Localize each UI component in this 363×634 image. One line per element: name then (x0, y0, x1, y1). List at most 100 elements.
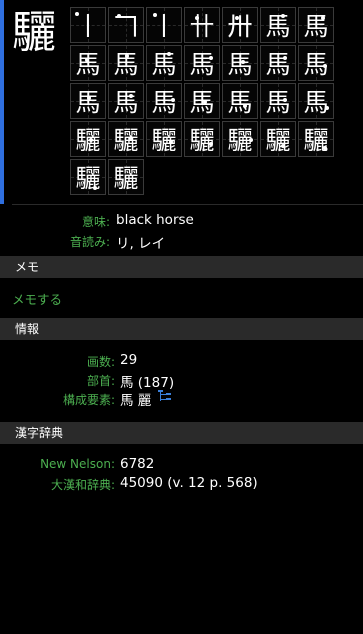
stroke-order-cell: 驪 (108, 159, 144, 195)
stroke-order-cell: 馬 (184, 45, 220, 81)
daikanwa-label: 大漢和辞典: (50, 478, 115, 492)
stroke-start-dot (235, 16, 239, 20)
stroke-start-dot (75, 12, 79, 16)
stroke-order-cell: 馬 (70, 83, 106, 119)
components-label: 構成要素: (62, 393, 115, 407)
radical-label: 部首: (86, 374, 115, 388)
stroke-order-glyph: 馬 (265, 88, 291, 117)
stroke-order-cell: 馬 (184, 83, 220, 119)
divider (12, 204, 363, 205)
stroke-start-dot (203, 100, 207, 104)
stroke-order-glyph: 馬 (303, 88, 329, 117)
stroke-order-cell: 馬 (260, 83, 296, 119)
stroke-start-dot (129, 94, 133, 98)
stroke-order-glyph: 驪 (265, 126, 291, 155)
stroke-order-glyph: 馬 (75, 50, 101, 79)
stroke-order-cell: 馬 (108, 83, 144, 119)
stroke-order-cell: 馬 (298, 7, 334, 43)
stroke-order-glyph: 馬 (265, 50, 291, 79)
stroke-order-cell: 驪 (260, 121, 296, 157)
stroke-start-dot (209, 56, 213, 60)
stroke-order-cell: 驪 (298, 121, 334, 157)
stroke-start-dot (243, 104, 247, 108)
stroke-order-glyph: 馬 (189, 50, 215, 79)
stroke-start-dot (153, 13, 157, 17)
stroke-start-dot (169, 140, 173, 144)
stroke-order-glyph: 驪 (75, 126, 101, 155)
component-tree-icon[interactable] (157, 389, 172, 408)
strokes-label: 画数: (86, 355, 115, 369)
meaning-label: 意味: (81, 215, 110, 229)
stroke-order-glyph: 馬 (303, 12, 329, 41)
stroke-order-glyph: 馬 (189, 88, 215, 117)
stroke-order-glyph: 卅 (227, 12, 253, 41)
daikanwa-value: 45090 (v. 12 p. 568) (120, 475, 258, 491)
stroke-start-dot (89, 138, 93, 142)
stroke-start-dot (93, 186, 97, 190)
stroke-order-glyph: 驪 (303, 126, 329, 155)
stroke-order-glyph: 驪 (75, 164, 101, 193)
stroke-order-cell: 馬 (146, 83, 182, 119)
stroke-order-cell: 馬 (298, 45, 334, 81)
stroke-order-glyph: 馬 (227, 50, 253, 79)
dictionary-section-header: 漢字辞典 (0, 422, 363, 444)
stroke-order-cell: 丨 (146, 7, 182, 43)
stroke-order-cell: 丨 (70, 7, 106, 43)
stroke-order-glyph: 驪 (113, 126, 139, 155)
stroke-start-dot (283, 56, 287, 60)
stroke-start-dot (167, 52, 171, 56)
stroke-order-cell: 驪 (70, 159, 106, 195)
stroke-order-glyph: 丨 (151, 12, 177, 41)
stroke-order-cell: 馬 (108, 45, 144, 81)
info-section-header: 情報 (0, 318, 363, 340)
nelson-label: New Nelson: (40, 457, 115, 471)
stroke-start-dot (171, 98, 175, 102)
stroke-order-glyph: 馬 (151, 50, 177, 79)
stroke-start-dot (249, 138, 253, 142)
stroke-order-cell: 驪 (222, 121, 258, 157)
stroke-order-glyph: 驪 (151, 126, 177, 155)
stroke-start-dot (117, 14, 121, 18)
stroke-start-dot (325, 106, 329, 110)
accent-bar (0, 0, 4, 204)
stroke-order-cell: 馬 (260, 45, 296, 81)
stroke-order-glyph: 卄 (189, 12, 215, 41)
stroke-order-cell: 馬 (70, 45, 106, 81)
stroke-order-glyph: 𠃍 (113, 12, 139, 41)
stroke-order-cell: 驪 (146, 121, 182, 157)
stroke-order-glyph: 馬 (151, 88, 177, 117)
stroke-order-cell: 馬 (222, 45, 258, 81)
stroke-start-dot (281, 144, 285, 148)
stroke-order-cell: 馬 (146, 45, 182, 81)
on-reading-label: 音読み: (69, 235, 110, 249)
stroke-start-dot (209, 142, 213, 146)
strokes-value: 29 (120, 352, 138, 368)
stroke-order-cell: 𠃍 (108, 7, 144, 43)
stroke-order-cell: 馬 (298, 83, 334, 119)
add-memo-link[interactable]: メモする (12, 289, 62, 308)
stroke-order-cell: 卅 (222, 7, 258, 43)
nelson-value: 6782 (120, 456, 155, 472)
stroke-start-dot (321, 16, 325, 20)
memo-section-header: メモ (0, 256, 363, 278)
stroke-order-cell: 卄 (184, 7, 220, 43)
stroke-start-dot (129, 136, 133, 140)
stroke-order-glyph: 馬 (75, 88, 101, 117)
stroke-order-glyph: 馬 (113, 50, 139, 79)
stroke-order-cell: 馬 (222, 83, 258, 119)
stroke-order-cell: 驪 (184, 121, 220, 157)
stroke-start-dot (323, 64, 327, 68)
stroke-order-cell: 驪 (70, 121, 106, 157)
meaning-value: black horse (116, 212, 194, 228)
stroke-start-dot (87, 96, 91, 100)
stroke-order-glyph: 馬 (227, 88, 253, 117)
stroke-order-glyph: 馬 (265, 12, 291, 41)
stroke-order-glyph: 驪 (189, 126, 215, 155)
components-value[interactable]: 馬 麗 (120, 389, 151, 409)
stroke-start-dot (125, 54, 129, 58)
stroke-order-cell: 驪 (108, 121, 144, 157)
stroke-order-glyph: 馬 (303, 50, 329, 79)
radical-value[interactable]: 馬 (187) (120, 371, 174, 391)
stroke-start-dot (241, 60, 245, 64)
stroke-start-dot (323, 146, 327, 150)
